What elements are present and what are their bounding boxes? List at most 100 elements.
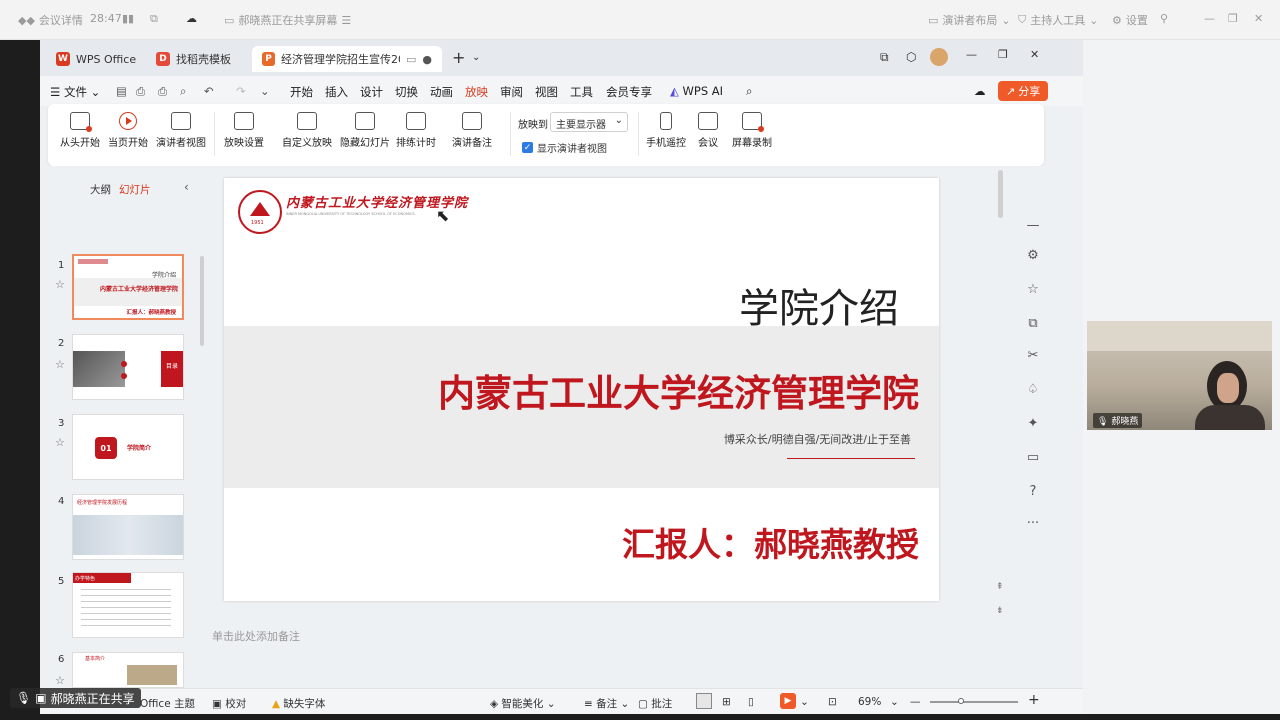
theme-status[interactable]: Office 主题 (140, 696, 195, 711)
slide-thumbnail-4[interactable]: 经济管理学院发展历程 (72, 494, 184, 560)
play-slideshow-icon[interactable]: ▶ (780, 693, 796, 709)
more-chevron-icon[interactable]: ⌄ (260, 84, 270, 98)
more-icon[interactable]: ··· (1023, 516, 1043, 531)
window-layout-icon[interactable]: ⧉ (880, 50, 889, 65)
collapse-panel-icon[interactable]: ‹ (184, 180, 189, 194)
help-icon[interactable]: ? (1023, 484, 1043, 499)
share-button[interactable]: ↗ 分享 (998, 81, 1049, 101)
beautify-button[interactable]: ◈ 智能美化 ⌄ (490, 696, 556, 711)
display-select[interactable]: 主要显示器 ⌄ (550, 112, 628, 132)
presenter-layout-button[interactable]: ▭ 演讲者布局 ⌄ (928, 12, 1011, 28)
chevron-down-icon[interactable]: ⌄ (472, 52, 480, 63)
upload-cloud-icon[interactable]: ☁ (974, 84, 986, 98)
close-icon[interactable]: ✕ (1254, 12, 1263, 25)
star-icon[interactable]: ☆ (1023, 282, 1043, 297)
chevron-down-icon[interactable]: ⌄ (890, 696, 899, 708)
close-icon[interactable]: ✕ (1030, 48, 1039, 61)
undo-icon[interactable]: ↶ (204, 84, 214, 98)
wps-ai-button[interactable]: ◭ WPS AI (670, 84, 723, 98)
speaker-notes-button[interactable]: 演讲备注 (452, 112, 492, 149)
tab-presentation[interactable]: P 经济管理学院招生宣传2025· ▭ ● (252, 46, 442, 72)
outline-tab[interactable]: 大纲 (90, 182, 111, 197)
copy-icon[interactable]: ⧉ (1023, 316, 1043, 331)
sharing-status-tag[interactable]: 🎙 ▣ 郝晓燕正在共享 (10, 688, 141, 708)
participant-video[interactable]: 🎙 郝晓燕 (1087, 321, 1272, 430)
show-settings-button[interactable]: 放映设置 (224, 112, 264, 149)
restore-icon[interactable]: ❐ (1228, 12, 1238, 25)
sliders-icon[interactable]: ⚙ (1023, 248, 1043, 263)
rehearse-button[interactable]: 排练计时 (396, 112, 436, 149)
chevron-down-icon[interactable]: ⌄ (800, 696, 809, 708)
zoom-in-icon[interactable]: + (1028, 692, 1040, 708)
notes-placeholder[interactable]: 单击此处添加备注 (212, 628, 300, 644)
menu-home[interactable]: 开始 (290, 84, 313, 100)
export-pdf-icon[interactable]: ⎙ (136, 84, 145, 99)
slide-thumbnail-6[interactable]: 基本简介 (72, 652, 184, 688)
maximize-icon[interactable]: ❐ (998, 48, 1008, 61)
menu-transitions[interactable]: 切换 (395, 84, 418, 100)
meeting-info[interactable]: ◆◆ 会议详情 (18, 12, 83, 28)
search-icon[interactable]: ⌕ (746, 84, 752, 99)
shirt-icon[interactable]: ♤ (1023, 382, 1043, 397)
star-icon[interactable]: ☆ (55, 436, 65, 449)
box-icon[interactable]: ⬡ (906, 50, 916, 64)
comments-button[interactable]: ▢ 批注 (638, 696, 672, 711)
hide-slide-button[interactable]: 隐藏幻灯片 (340, 112, 390, 149)
panel-scrollbar[interactable] (200, 256, 204, 346)
slide-thumbnail-5[interactable]: 办学特色 (72, 572, 184, 638)
grid-view-icon[interactable]: ⊞ (722, 696, 731, 708)
tab-templates[interactable]: D 找稻壳模板 (146, 46, 241, 72)
menu-design[interactable]: 设计 (360, 84, 383, 100)
normal-view-icon[interactable] (696, 693, 712, 709)
zoom-out-icon[interactable]: — (910, 696, 921, 708)
redo-icon[interactable]: ↷ (236, 84, 246, 98)
slides-tab[interactable]: 幻灯片 (119, 182, 151, 197)
custom-show-button[interactable]: 自定义放映 (282, 112, 332, 149)
current-slide[interactable]: 1951 内蒙古工业大学经济管理学院 INNER MONGOLIA UNIVER… (224, 178, 939, 601)
menu-slideshow[interactable]: 放映 (465, 84, 488, 106)
star-icon[interactable]: ☆ (55, 358, 65, 371)
show-presenter-checkbox[interactable]: ✓ 显示演讲者视图 (522, 140, 607, 155)
animation-icon[interactable]: ✦ (1023, 416, 1043, 431)
proofread-button[interactable]: ▣ 校对 (212, 696, 246, 711)
from-current-button[interactable]: 当页开始 (108, 112, 148, 149)
missing-font-button[interactable]: ▲ 缺失字体 (272, 696, 325, 711)
external-link-icon[interactable]: ⧉ (150, 12, 158, 26)
cloud-icon[interactable]: ☁ (186, 12, 197, 25)
tab-wps-office[interactable]: W WPS Office (46, 46, 146, 72)
menu-member[interactable]: 会员专享 (606, 84, 652, 100)
print-preview-icon[interactable]: ⌕ (180, 84, 186, 99)
from-start-button[interactable]: 从头开始 (60, 112, 100, 149)
minimize-icon[interactable]: — (966, 48, 977, 61)
menu-animations[interactable]: 动画 (430, 84, 453, 100)
reading-view-icon[interactable]: ▯ (748, 696, 754, 708)
zoom-level[interactable]: 69% (858, 696, 881, 708)
pin-icon[interactable]: ⚲ (1160, 12, 1168, 25)
tools-icon[interactable]: ✂ (1023, 348, 1043, 363)
sharing-notice[interactable]: ▭ 郝晓燕正在共享屏幕 ☰ (224, 12, 351, 28)
meeting-button[interactable]: 会议 (698, 112, 718, 149)
file-menu[interactable]: ☰ 文件 ⌄ (50, 84, 100, 100)
menu-insert[interactable]: 插入 (325, 84, 348, 100)
save-icon[interactable]: ▤ (116, 84, 127, 98)
settings-button[interactable]: ⚙ 设置 (1112, 12, 1148, 28)
notes-button[interactable]: ≡ 备注 ⌄ (584, 696, 629, 711)
menu-tools[interactable]: 工具 (570, 84, 593, 100)
menu-review[interactable]: 审阅 (500, 84, 523, 100)
star-icon[interactable]: ☆ (55, 278, 65, 291)
menu-view[interactable]: 视图 (535, 84, 558, 100)
new-tab-icon[interactable]: + (452, 48, 465, 67)
minimize-icon[interactable]: — (1204, 12, 1215, 25)
zoom-slider-thumb[interactable] (958, 698, 964, 704)
minus-icon[interactable]: — (1023, 218, 1043, 233)
slide-thumbnail-3[interactable]: 01 学院简介 (72, 414, 184, 480)
phone-remote-button[interactable]: 手机遥控 (646, 112, 686, 149)
star-icon[interactable]: ☆ (55, 674, 65, 687)
host-tools-button[interactable]: ⛉ 主持人工具 ⌄ (1018, 12, 1098, 28)
zoom-slider[interactable] (930, 701, 1018, 703)
avatar[interactable] (930, 48, 948, 66)
slide-thumbnail-1[interactable]: 学院介绍 内蒙古工业大学经济管理学院 汇报人：郝晓燕教授 (72, 254, 184, 320)
print-icon[interactable]: ⎙ (158, 84, 167, 99)
screen-record-button[interactable]: 屏幕录制 (732, 112, 772, 149)
fit-window-icon[interactable]: ⊡ (828, 696, 837, 708)
